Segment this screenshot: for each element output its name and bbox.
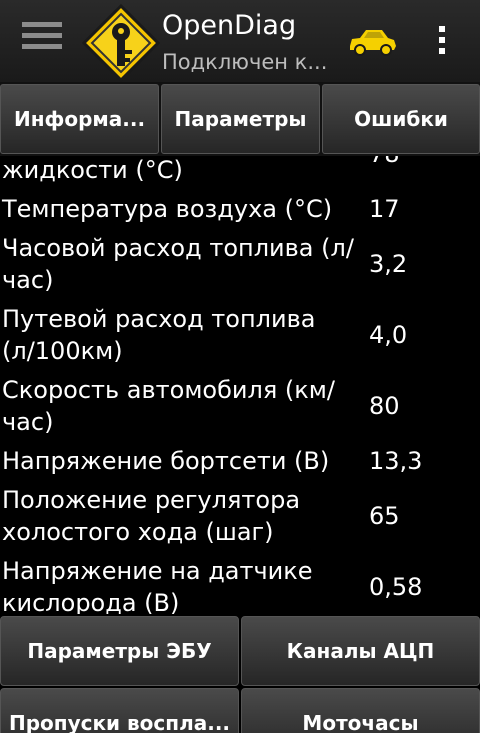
parameter-value: 78 [369, 156, 400, 170]
parameter-name: Скорость автомобиля (км/ час) [2, 376, 335, 436]
tab-errors[interactable]: Ошибки [322, 84, 480, 154]
adc-channels-button[interactable]: Каналы АЦП [241, 616, 480, 686]
parameter-value: 4,0 [369, 321, 408, 349]
parameter-name: Температура воздуха (°C) [2, 195, 333, 223]
parameter-name: Путевой расход топлива (л/100км) [2, 305, 316, 365]
engine-hours-button[interactable]: Моточасы [241, 688, 480, 733]
connection-status: Подключен к... [162, 50, 328, 74]
parameter-value: 13,3 [369, 447, 423, 475]
parameter-name: Напряжение на датчике кислорода (В) [2, 557, 313, 616]
ecu-parameters-button[interactable]: Параметры ЭБУ [0, 616, 239, 686]
overflow-menu-icon[interactable] [432, 26, 452, 60]
action-bar: OpenDiag Подключен к... [0, 0, 480, 82]
parameter-name: жидкости (°C) [2, 156, 183, 184]
app-title: OpenDiag [162, 10, 297, 41]
parameter-value: 80 [369, 392, 400, 420]
bottom-button-panel: Параметры ЭБУ Каналы АЦП Пропуски воспла… [0, 614, 480, 733]
parameter-name: Напряжение бортсети (В) [2, 447, 330, 475]
parameter-list[interactable]: жидкости (°C) 78 Температура воздуха (°C… [0, 156, 480, 616]
tab-parameters[interactable]: Параметры [161, 84, 320, 154]
menu-icon[interactable] [22, 22, 62, 58]
tab-bar: Информа... Параметры Ошибки [0, 82, 480, 156]
parameter-name: Часовой расход топлива (л/ час) [2, 234, 354, 294]
car-icon[interactable] [346, 26, 398, 56]
parameter-value: 0,58 [369, 573, 423, 601]
misfires-button[interactable]: Пропуски воспла... [0, 688, 239, 733]
parameter-value: 17 [369, 195, 400, 223]
parameter-name: Положение регулятора холостого хода (шаг… [2, 486, 301, 546]
parameter-value: 65 [369, 502, 400, 530]
parameter-value: 3,2 [369, 250, 408, 278]
key-logo-icon[interactable] [82, 4, 160, 82]
tab-info[interactable]: Информа... [0, 84, 159, 154]
